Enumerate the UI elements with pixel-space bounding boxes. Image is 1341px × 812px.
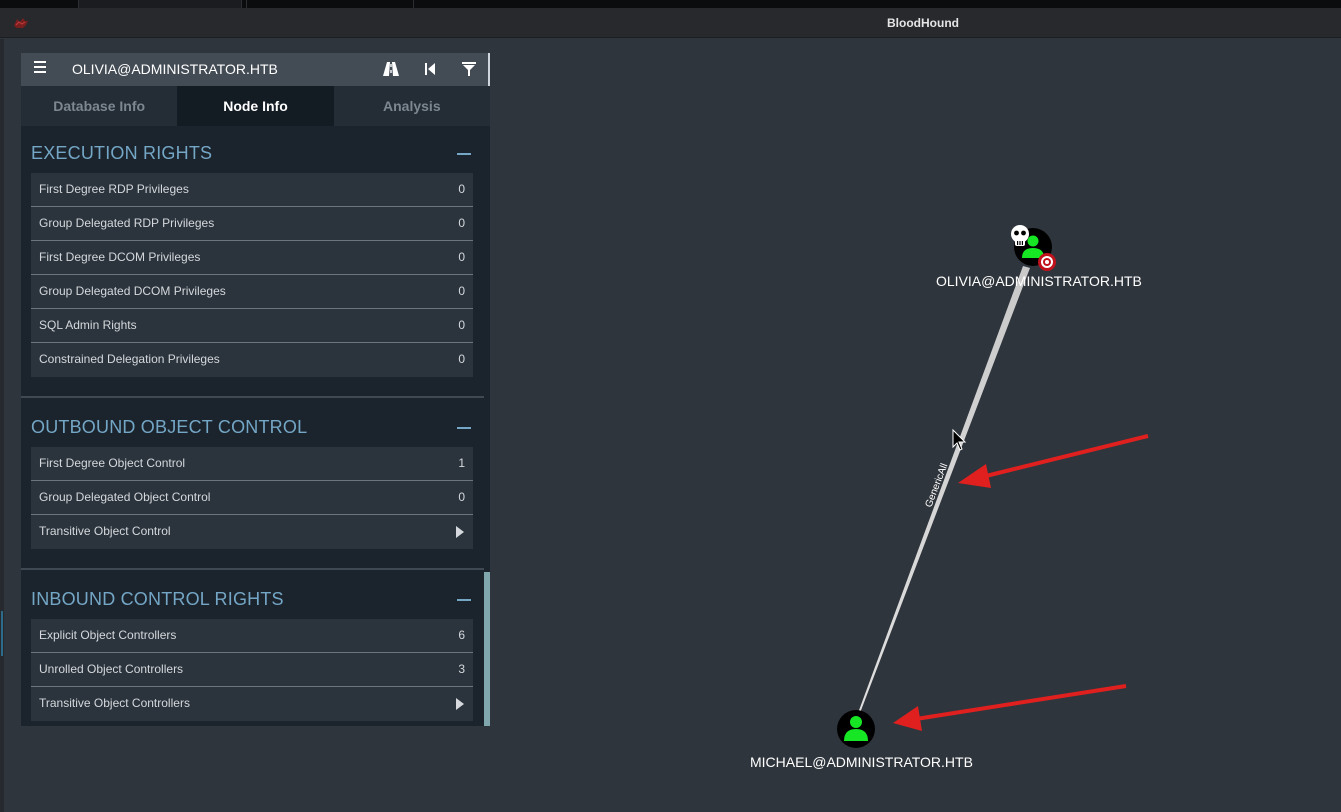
section-header[interactable]: INBOUND CONTROL RIGHTS: [31, 589, 473, 611]
row-count: 0: [458, 216, 465, 230]
list-item[interactable]: Group Delegated Object Control 0: [31, 481, 473, 515]
row-count: 3: [458, 662, 465, 676]
left-edge: [0, 39, 4, 812]
section-title: OUTBOUND OBJECT CONTROL: [31, 417, 308, 437]
row-label: First Degree Object Control: [39, 456, 186, 470]
row-count: 0: [458, 490, 465, 504]
row-label: Transitive Object Controllers: [39, 696, 190, 710]
row-label: SQL Admin Rights: [39, 318, 137, 332]
user-icon: [1022, 235, 1044, 258]
panel-tabs: Database Info Node Info Analysis: [21, 86, 490, 126]
section-divider: [21, 568, 484, 570]
list-item[interactable]: Group Delegated DCOM Privileges 0: [31, 275, 473, 309]
list-item[interactable]: Transitive Object Controllers: [31, 687, 473, 721]
window-title: BloodHound: [887, 16, 959, 30]
section-divider: [21, 396, 484, 398]
list-item[interactable]: Unrolled Object Controllers 3: [31, 653, 473, 687]
row-label: Unrolled Object Controllers: [39, 662, 184, 676]
section-rows: Explicit Object Controllers 6 Unrolled Ob…: [31, 619, 473, 721]
list-item[interactable]: Explicit Object Controllers 6: [31, 619, 473, 653]
node-olivia[interactable]: [1011, 225, 1056, 271]
title-bar: BloodHound: [0, 8, 1341, 38]
section-rows: First Degree Object Control 1 Group Deleg…: [31, 447, 473, 549]
tab-node-info[interactable]: Node Info: [177, 86, 334, 126]
os-tab[interactable]: [246, 0, 414, 8]
collapse-icon[interactable]: [457, 599, 471, 601]
list-item[interactable]: SQL Admin Rights 0: [31, 309, 473, 343]
row-count: 0: [458, 352, 465, 366]
collapse-icon[interactable]: [457, 427, 471, 429]
hamburger-icon[interactable]: [34, 60, 50, 78]
panel-body: EXECUTION RIGHTS First Degree RDP Privil…: [21, 126, 490, 726]
row-count: 0: [458, 284, 465, 298]
expand-arrow-icon[interactable]: [456, 526, 464, 538]
row-count: 0: [458, 318, 465, 332]
annotation-arrow: [958, 434, 1149, 488]
section-rows: First Degree RDP Privileges 0 Group Deleg…: [31, 173, 473, 377]
row-label: Group Delegated Object Control: [39, 490, 211, 504]
annotation-arrow: [893, 684, 1127, 731]
row-label: Explicit Object Controllers: [39, 628, 177, 642]
node-michael[interactable]: [837, 710, 875, 748]
node-label-olivia: OLIVIA@ADMINISTRATOR.HTB: [936, 273, 1142, 289]
os-tab-strip: [0, 0, 1341, 8]
row-label: Transitive Object Control: [39, 524, 171, 538]
row-label: Group Delegated RDP Privileges: [39, 216, 215, 230]
target-icon: [1038, 253, 1056, 271]
node-info-panel: OLIVIA@ADMINISTRATOR.HTB Database Info N…: [21, 53, 490, 726]
os-tab[interactable]: [78, 0, 242, 8]
edge-marker: [1, 611, 3, 656]
list-item[interactable]: First Degree Object Control 1: [31, 447, 473, 481]
section-title: INBOUND CONTROL RIGHTS: [31, 589, 284, 609]
section-header[interactable]: OUTBOUND OBJECT CONTROL: [31, 417, 473, 439]
skip-back-icon[interactable]: [421, 60, 439, 78]
tab-database-info[interactable]: Database Info: [21, 86, 178, 126]
collapse-icon[interactable]: [457, 153, 471, 155]
node-label-michael: MICHAEL@ADMINISTRATOR.HTB: [750, 754, 973, 770]
filter-icon[interactable]: [460, 60, 478, 78]
search-bar[interactable]: OLIVIA@ADMINISTRATOR.HTB: [21, 53, 490, 86]
section-title: EXECUTION RIGHTS: [31, 143, 213, 163]
skull-icon: [1011, 225, 1029, 246]
list-item[interactable]: First Degree DCOM Privileges 0: [31, 241, 473, 275]
list-item[interactable]: First Degree RDP Privileges 0: [31, 173, 473, 207]
section-header[interactable]: EXECUTION RIGHTS: [31, 143, 473, 165]
row-label: Group Delegated DCOM Privileges: [39, 284, 226, 298]
edge-genericall[interactable]: [858, 266, 1030, 713]
row-count: 0: [458, 182, 465, 196]
row-label: First Degree DCOM Privileges: [39, 250, 201, 264]
list-item[interactable]: Transitive Object Control: [31, 515, 473, 549]
list-item[interactable]: Group Delegated RDP Privileges 0: [31, 207, 473, 241]
row-count: 6: [458, 628, 465, 642]
edge-label: GenericAll: [924, 462, 951, 509]
tab-analysis[interactable]: Analysis: [333, 86, 490, 126]
expand-arrow-icon[interactable]: [456, 698, 464, 710]
scrollbar[interactable]: [484, 572, 490, 726]
road-icon[interactable]: [382, 60, 400, 78]
list-item[interactable]: Constrained Delegation Privileges 0: [31, 343, 473, 377]
user-icon: [844, 716, 868, 741]
row-label: First Degree RDP Privileges: [39, 182, 189, 196]
row-count: 0: [458, 250, 465, 264]
row-count: 1: [458, 456, 465, 470]
mouse-cursor-icon: [952, 428, 967, 451]
row-label: Constrained Delegation Privileges: [39, 352, 220, 366]
search-node-name[interactable]: OLIVIA@ADMINISTRATOR.HTB: [72, 61, 278, 77]
